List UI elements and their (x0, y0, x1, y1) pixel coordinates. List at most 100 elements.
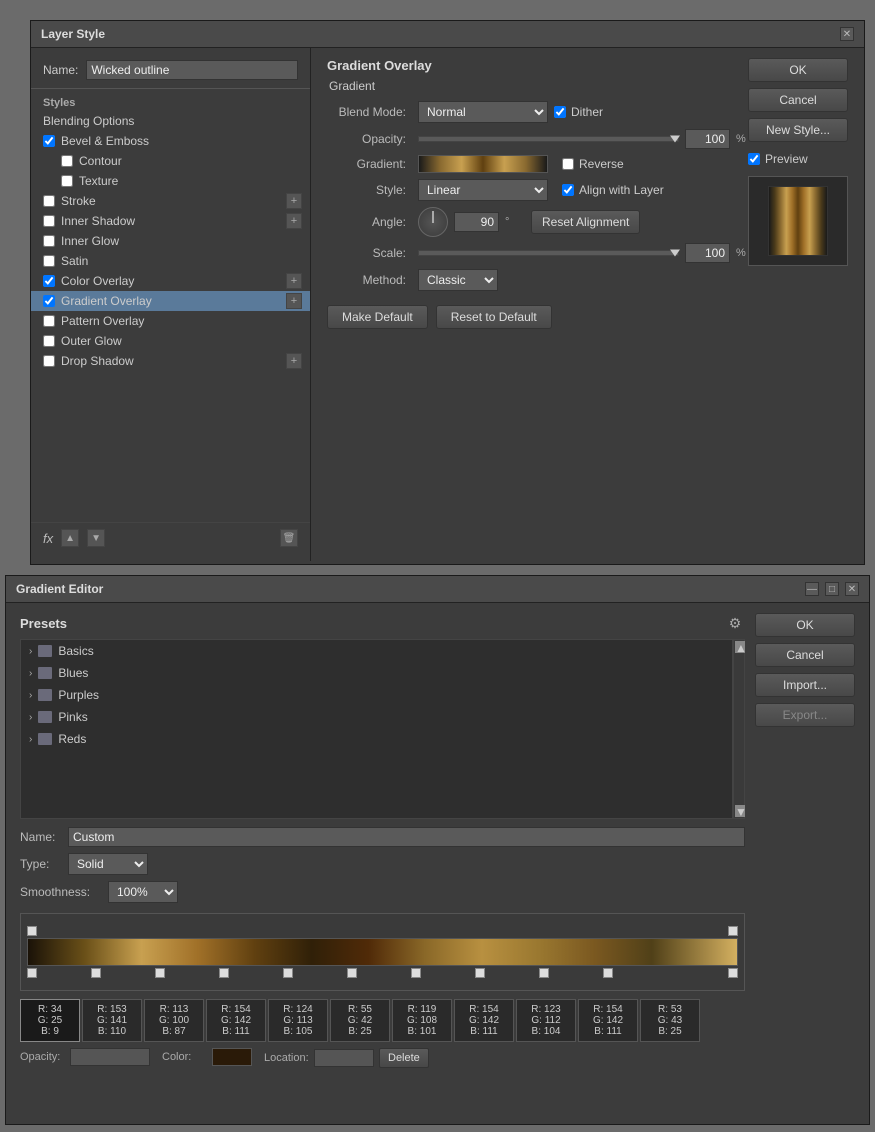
ge-close-button[interactable]: ✕ (845, 582, 859, 596)
color-stop-info-3[interactable]: R: 154G: 142B: 111 (206, 999, 266, 1042)
stroke-item[interactable]: Stroke + (31, 191, 310, 211)
drop-shadow-checkbox[interactable] (43, 355, 55, 367)
cancel-button[interactable]: Cancel (748, 88, 848, 112)
maximize-button[interactable]: □ (825, 582, 839, 596)
scale-input[interactable] (685, 243, 730, 263)
align-layer-checkbox[interactable] (562, 184, 574, 196)
color-swatch[interactable] (212, 1048, 252, 1066)
color-stop-info-7[interactable]: R: 154G: 142B: 111 (454, 999, 514, 1042)
presets-list[interactable]: › Basics › Blues › Purples (20, 639, 733, 819)
reset-to-default-button[interactable]: Reset to Default (436, 305, 552, 329)
texture-item[interactable]: Texture (31, 171, 310, 191)
dither-checkbox[interactable] (554, 106, 566, 118)
pattern-overlay-checkbox[interactable] (43, 315, 55, 327)
location-input[interactable] (314, 1049, 374, 1067)
color-stop-1[interactable] (91, 968, 101, 978)
gradient-overlay-checkbox[interactable] (43, 295, 55, 307)
blending-options-item[interactable]: Blending Options (31, 111, 310, 131)
color-stop-info-5[interactable]: R: 55G: 42B: 25 (330, 999, 390, 1042)
gradient-preview[interactable] (418, 155, 548, 173)
name-input[interactable] (86, 60, 298, 80)
stroke-plus-button[interactable]: + (286, 193, 302, 209)
color-stop-info-1[interactable]: R: 153G: 141B: 110 (82, 999, 142, 1042)
inner-shadow-item[interactable]: Inner Shadow + (31, 211, 310, 231)
reset-alignment-button[interactable]: Reset Alignment (531, 210, 640, 234)
color-stop-info-6[interactable]: R: 119G: 108B: 101 (392, 999, 452, 1042)
scroll-up-arrow[interactable]: ▲ (735, 641, 745, 653)
ge-export-button[interactable]: Export... (755, 703, 855, 727)
add-effect-button[interactable]: ▲ (61, 529, 79, 547)
outer-glow-item[interactable]: Outer Glow (31, 331, 310, 351)
color-stop-8[interactable] (539, 968, 549, 978)
color-stop-2[interactable] (155, 968, 165, 978)
smoothness-select[interactable]: 100% 75% 50% (108, 881, 178, 903)
minimize-button[interactable]: — (805, 582, 819, 596)
color-stop-7[interactable] (475, 968, 485, 978)
color-stop-4[interactable] (283, 968, 293, 978)
style-select[interactable]: Linear Radial Angle (418, 179, 548, 201)
gradient-overlay-plus-button[interactable]: + (286, 293, 302, 309)
color-stop-info-4[interactable]: R: 124G: 113B: 105 (268, 999, 328, 1042)
inner-glow-item[interactable]: Inner Glow (31, 231, 310, 251)
color-stop-5[interactable] (347, 968, 357, 978)
preset-basics[interactable]: › Basics (21, 640, 732, 662)
color-stop-info-0[interactable]: R: 34G: 25B: 9 (20, 999, 80, 1042)
preset-reds[interactable]: › Reds (21, 728, 732, 750)
preset-pinks[interactable]: › Pinks (21, 706, 732, 728)
bevel-emboss-item[interactable]: Bevel & Emboss (31, 131, 310, 151)
stroke-checkbox[interactable] (43, 195, 55, 207)
type-select[interactable]: Solid Noise (68, 853, 148, 875)
gradient-bar[interactable] (27, 938, 738, 966)
color-stop-info-10[interactable]: R: 53G: 43B: 25 (640, 999, 700, 1042)
opacity-stop-left[interactable] (27, 926, 37, 936)
contour-item[interactable]: Contour (31, 151, 310, 171)
preset-blues[interactable]: › Blues (21, 662, 732, 684)
color-stop-6[interactable] (411, 968, 421, 978)
color-stop-info-9[interactable]: R: 154G: 142B: 111 (578, 999, 638, 1042)
drop-shadow-plus-button[interactable]: + (286, 353, 302, 369)
preview-checkbox[interactable] (748, 153, 760, 165)
opacity-input[interactable] (685, 129, 730, 149)
blend-mode-select[interactable]: Normal Multiply Screen (418, 101, 548, 123)
color-overlay-checkbox[interactable] (43, 275, 55, 287)
satin-checkbox[interactable] (43, 255, 55, 267)
delete-effect-button[interactable]: 🗑 (280, 529, 298, 547)
delete-stop-button[interactable]: Delete (379, 1048, 429, 1068)
gradient-name-input[interactable] (68, 827, 745, 847)
color-overlay-plus-button[interactable]: + (286, 273, 302, 289)
gradient-overlay-item[interactable]: Gradient Overlay + (31, 291, 310, 311)
color-stop-10[interactable] (728, 968, 738, 978)
angle-input[interactable] (454, 212, 499, 232)
color-stop-9[interactable] (603, 968, 613, 978)
color-stop-info-2[interactable]: R: 113G: 100B: 87 (144, 999, 204, 1042)
new-style-button[interactable]: New Style... (748, 118, 848, 142)
method-select[interactable]: Classic Perceptual (418, 269, 498, 291)
pattern-overlay-item[interactable]: Pattern Overlay (31, 311, 310, 331)
close-button[interactable]: ✕ (840, 27, 854, 41)
color-stop-info-8[interactable]: R: 123G: 112B: 104 (516, 999, 576, 1042)
presets-scrollbar[interactable]: ▲ ▼ (733, 639, 745, 819)
scale-slider[interactable] (418, 250, 679, 256)
inner-glow-checkbox[interactable] (43, 235, 55, 247)
ge-import-button[interactable]: Import... (755, 673, 855, 697)
move-down-button[interactable]: ▼ (87, 529, 105, 547)
satin-item[interactable]: Satin (31, 251, 310, 271)
ge-ok-button[interactable]: OK (755, 613, 855, 637)
ge-cancel-button[interactable]: Cancel (755, 643, 855, 667)
drop-shadow-item[interactable]: Drop Shadow + (31, 351, 310, 371)
texture-checkbox[interactable] (61, 175, 73, 187)
contour-checkbox[interactable] (61, 155, 73, 167)
scroll-down-arrow[interactable]: ▼ (735, 805, 745, 817)
inner-shadow-checkbox[interactable] (43, 215, 55, 227)
color-stop-3[interactable] (219, 968, 229, 978)
stops-opacity-input[interactable] (70, 1048, 150, 1066)
gear-button[interactable]: ⚙ (725, 613, 745, 633)
bevel-emboss-checkbox[interactable] (43, 135, 55, 147)
opacity-stop-right[interactable] (728, 926, 738, 936)
inner-shadow-plus-button[interactable]: + (286, 213, 302, 229)
preset-purples[interactable]: › Purples (21, 684, 732, 706)
angle-dial[interactable] (418, 207, 448, 237)
reverse-checkbox[interactable] (562, 158, 574, 170)
outer-glow-checkbox[interactable] (43, 335, 55, 347)
make-default-button[interactable]: Make Default (327, 305, 428, 329)
